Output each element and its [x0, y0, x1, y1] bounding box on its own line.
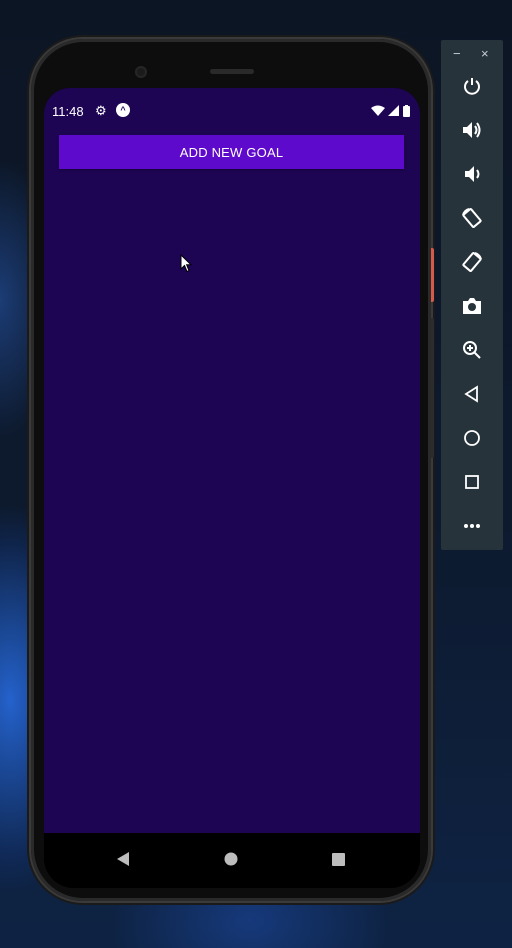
more-icon[interactable]	[458, 512, 486, 540]
signal-icon	[388, 105, 400, 117]
back-icon[interactable]	[458, 380, 486, 408]
navigation-bar	[44, 833, 420, 888]
mouse-cursor-icon	[180, 254, 192, 273]
rotate-right-icon[interactable]	[458, 248, 486, 276]
camera-icon[interactable]	[458, 292, 486, 320]
earpiece-speaker	[210, 69, 254, 74]
app-root: 11:48 ⚙ ^ ADD NEW GOAL	[44, 88, 420, 833]
overview-icon[interactable]	[458, 468, 486, 496]
status-bar: 11:48 ⚙ ^	[44, 88, 420, 132]
emulator-toolbar: − ×	[441, 40, 503, 550]
home-icon[interactable]	[224, 852, 238, 866]
app-notification-icon: ^	[116, 103, 130, 117]
power-side-key	[431, 248, 434, 302]
volume-side-key	[431, 318, 434, 458]
settings-gear-icon: ⚙	[95, 103, 107, 118]
device-screen: 11:48 ⚙ ^ ADD NEW GOAL	[44, 88, 420, 888]
close-button[interactable]: ×	[481, 46, 489, 61]
recents-icon[interactable]	[332, 853, 345, 866]
power-icon[interactable]	[458, 72, 486, 100]
volume-down-icon[interactable]	[458, 160, 486, 188]
zoom-icon[interactable]	[458, 336, 486, 364]
front-camera	[135, 66, 147, 78]
status-time: 11:48	[52, 104, 84, 119]
toolbar-window-controls: − ×	[441, 46, 503, 61]
rotate-left-icon[interactable]	[458, 204, 486, 232]
back-icon[interactable]	[116, 852, 130, 866]
home-icon[interactable]	[458, 424, 486, 452]
add-new-goal-button[interactable]: ADD NEW GOAL	[59, 135, 404, 169]
battery-icon	[403, 104, 410, 117]
minimize-button[interactable]: −	[453, 46, 461, 61]
volume-up-icon[interactable]	[458, 116, 486, 144]
wifi-icon	[370, 105, 385, 116]
status-right-icons	[370, 102, 410, 117]
